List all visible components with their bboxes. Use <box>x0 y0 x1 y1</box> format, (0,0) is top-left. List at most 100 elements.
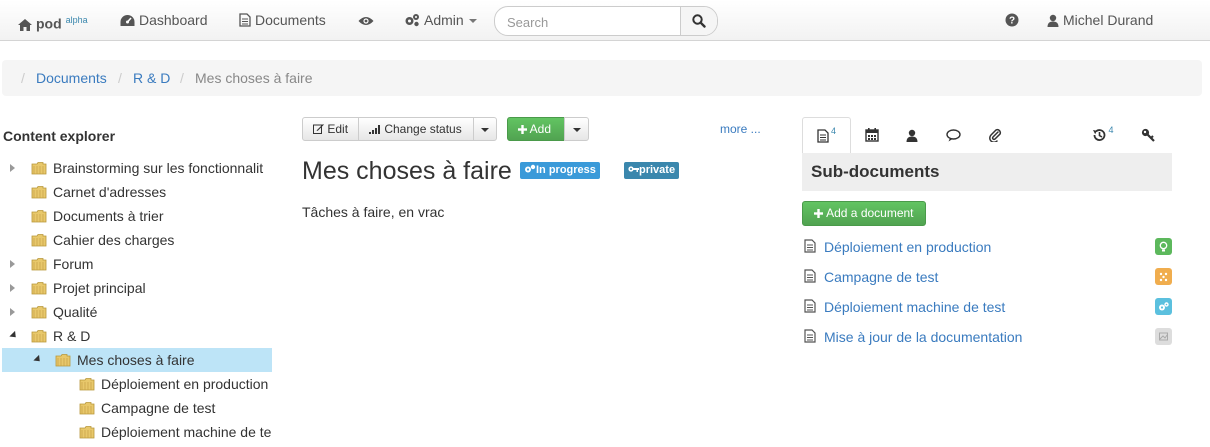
tree-item[interactable]: Déploiement en production <box>0 372 272 396</box>
status-badge: In progress <box>520 162 600 179</box>
breadcrumb-documents[interactable]: Documents <box>36 60 107 96</box>
breadcrumb-separator: / <box>180 70 184 86</box>
brand-logo[interactable]: pod alpha <box>18 0 88 40</box>
tab-permissions[interactable] <box>1134 117 1162 153</box>
folder-icon <box>31 258 47 271</box>
nav-admin[interactable]: Admin <box>404 0 477 40</box>
tab-history[interactable]: 4 <box>1086 117 1120 153</box>
tree-item-label: Forum <box>53 256 94 272</box>
folder-icon <box>79 402 95 415</box>
tree-item-label: Cahier des charges <box>53 232 175 248</box>
expand-arrow-icon[interactable] <box>10 284 15 292</box>
tree-item[interactable]: Qualité <box>0 300 272 324</box>
tree-item[interactable]: Projet principal <box>0 276 272 300</box>
svg-text:?: ? <box>1009 16 1015 27</box>
search-box <box>494 6 718 36</box>
breadcrumb-current: Mes choses à faire <box>195 70 313 86</box>
breadcrumb-rd[interactable]: R & D <box>133 60 170 96</box>
breadcrumb-separator: / <box>118 70 122 86</box>
key-icon <box>628 166 639 172</box>
tree-item[interactable]: Campagne de test <box>0 396 272 420</box>
cogs-icon <box>525 164 536 173</box>
folder-icon <box>31 186 47 199</box>
tree-item-label: Déploiement machine de te <box>101 424 272 440</box>
subdocument-item[interactable]: Déploiement machine de test <box>804 297 1154 317</box>
folder-icon <box>31 162 47 175</box>
pencil-square-icon <box>313 124 324 134</box>
brand-sup: alpha <box>65 15 88 25</box>
expand-arrow-icon[interactable] <box>10 260 15 268</box>
expand-arrow-icon[interactable] <box>10 164 15 172</box>
tree-item[interactable]: Documents à trier <box>0 204 272 228</box>
nav-help[interactable]: ? <box>1005 0 1023 40</box>
user-icon <box>1047 14 1059 27</box>
key-icon <box>1141 128 1155 142</box>
nav-user-label: Michel Durand <box>1063 12 1154 28</box>
chevron-down-icon <box>481 127 489 132</box>
add-button-label: Add <box>529 122 552 136</box>
tree-item[interactable]: R & D <box>0 324 272 348</box>
collapse-arrow-icon[interactable] <box>9 330 19 341</box>
subdocuments-title: Sub-documents <box>811 162 940 181</box>
tree-item[interactable]: Forum <box>0 252 272 276</box>
search-button[interactable] <box>680 7 717 35</box>
brand-name: pod <box>36 15 62 32</box>
tab-calendar[interactable] <box>858 117 886 153</box>
folder-icon <box>31 210 47 223</box>
subdocument-link[interactable]: Déploiement en production <box>824 237 991 257</box>
folder-icon <box>79 378 95 391</box>
nav-dashboard-label: Dashboard <box>139 12 208 28</box>
change-status-button[interactable]: Change status <box>358 117 474 141</box>
subdocument-item[interactable]: Campagne de test <box>804 267 1154 287</box>
paperclip-icon <box>989 128 1002 142</box>
subdocument-link[interactable]: Déploiement machine de test <box>824 297 1005 317</box>
nav-user[interactable]: Michel Durand <box>1047 0 1153 40</box>
change-status-dropdown[interactable] <box>473 117 497 141</box>
tab-attachments[interactable] <box>981 117 1009 153</box>
folder-icon <box>55 354 71 367</box>
dashboard-icon <box>120 15 135 26</box>
tab-comments[interactable] <box>940 117 968 153</box>
more-link[interactable]: more ... <box>720 122 761 136</box>
search-input[interactable] <box>505 7 679 35</box>
signal-icon <box>369 125 380 134</box>
nav-documents[interactable]: Documents <box>239 0 326 40</box>
tree-item[interactable]: Cahier des charges <box>0 228 272 252</box>
edit-button[interactable]: Edit <box>302 117 359 141</box>
flash-icon <box>1155 268 1172 285</box>
folder-icon <box>31 282 47 295</box>
history-icon <box>1093 129 1106 141</box>
subdocument-link[interactable]: Mise à jour de la documentation <box>824 327 1022 347</box>
visibility-badge: private <box>624 162 680 179</box>
add-dropdown[interactable] <box>564 117 589 141</box>
change-status-label: Change status <box>384 122 462 136</box>
nav-admin-label: Admin <box>424 12 464 28</box>
tab-users[interactable] <box>898 117 926 153</box>
add-document-button[interactable]: Add a document <box>802 201 926 226</box>
cogs-icon <box>1155 298 1172 315</box>
tree-item-label: Carnet d'adresses <box>53 184 167 200</box>
nav-watch[interactable] <box>358 0 378 40</box>
tree-item[interactable]: Carnet d'adresses <box>0 180 272 204</box>
add-button[interactable]: Add <box>507 117 565 141</box>
subdocument-item[interactable]: Déploiement en production <box>804 237 1154 257</box>
tree-item-label: Campagne de test <box>101 400 216 416</box>
subdocument-item[interactable]: Mise à jour de la documentation <box>804 327 1154 347</box>
expand-arrow-icon[interactable] <box>10 308 15 316</box>
home-icon <box>18 18 32 31</box>
nav-documents-label: Documents <box>255 12 326 28</box>
subdocs-count: 4 <box>830 126 836 136</box>
collapse-arrow-icon[interactable] <box>33 354 43 365</box>
plus-icon <box>518 125 527 134</box>
folder-icon <box>31 330 47 343</box>
nav-dashboard[interactable]: Dashboard <box>120 0 208 40</box>
subdocument-link[interactable]: Campagne de test <box>824 267 938 287</box>
tab-subdocuments[interactable]: 4 <box>802 117 851 155</box>
document-icon <box>804 239 816 253</box>
tree-item[interactable]: Déploiement machine de te <box>0 420 272 444</box>
subdocuments-header: Sub-documents <box>802 153 1172 191</box>
user-icon <box>906 129 918 142</box>
tree-item-label: Déploiement en production <box>101 376 269 392</box>
tree-item[interactable]: Brainstorming sur les fonctionnalit <box>0 156 272 180</box>
tree-item[interactable]: Mes choses à faire <box>0 348 272 372</box>
